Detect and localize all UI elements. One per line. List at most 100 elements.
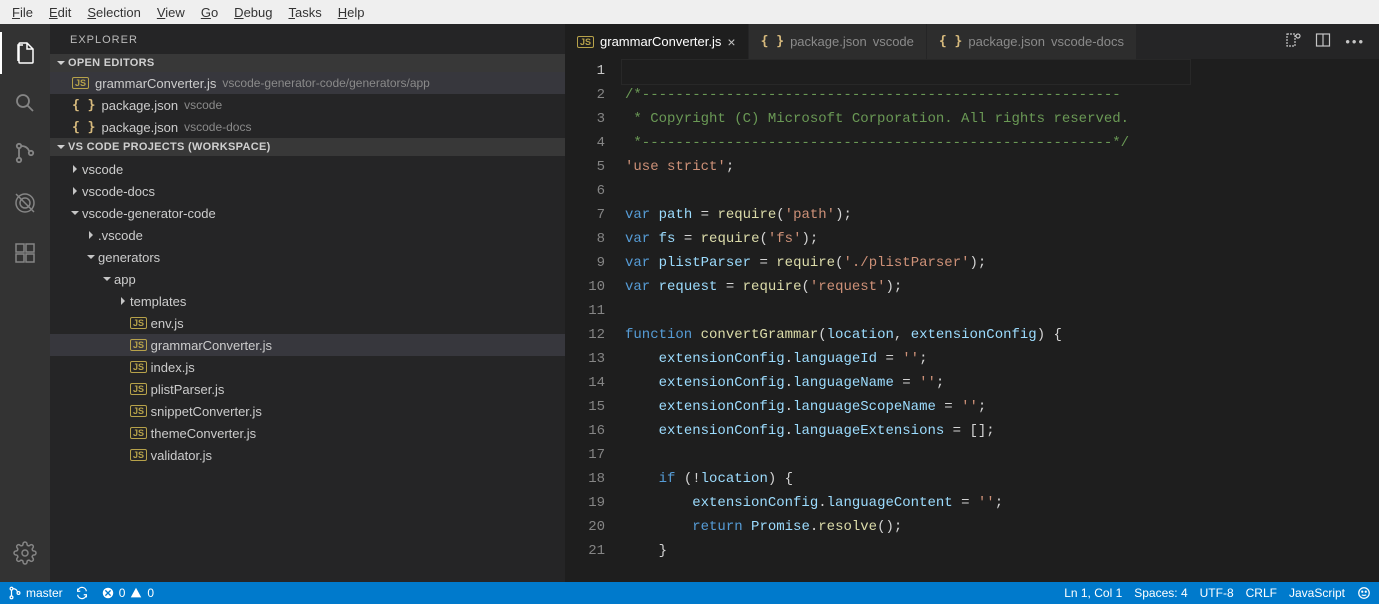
tree-item[interactable]: vscode-docs bbox=[50, 180, 565, 202]
chevron-down-icon bbox=[54, 142, 68, 152]
chevron-right-icon bbox=[116, 296, 130, 306]
tree-item[interactable]: JS env.js bbox=[50, 312, 565, 334]
tree-label: env.js bbox=[151, 316, 184, 331]
tree-item[interactable]: JS validator.js bbox=[50, 444, 565, 466]
sync-icon[interactable] bbox=[75, 586, 89, 600]
code-line[interactable] bbox=[625, 443, 1291, 467]
problems[interactable]: 0 0 bbox=[101, 586, 154, 600]
code-line[interactable]: function convertGrammar(location, extens… bbox=[625, 323, 1291, 347]
code-line[interactable]: var plistParser = require('./plistParser… bbox=[625, 251, 1291, 275]
menu-selection[interactable]: Selection bbox=[79, 3, 148, 22]
settings-gear-icon[interactable] bbox=[0, 532, 50, 574]
minimap[interactable] bbox=[1291, 59, 1379, 582]
open-editor-item[interactable]: { }package.jsonvscode bbox=[50, 94, 565, 116]
search-icon[interactable] bbox=[0, 82, 50, 124]
tree-item[interactable]: JS themeConverter.js bbox=[50, 422, 565, 444]
more-icon[interactable]: ••• bbox=[1345, 34, 1365, 49]
tree-label: snippetConverter.js bbox=[151, 404, 262, 419]
indentation[interactable]: Spaces: 4 bbox=[1134, 586, 1187, 600]
menu-tasks[interactable]: Tasks bbox=[280, 3, 329, 22]
menu-file[interactable]: File bbox=[4, 3, 41, 22]
chevron-down-icon bbox=[84, 252, 98, 262]
editor-tab[interactable]: JSgrammarConverter.js× bbox=[565, 24, 749, 59]
tree-item[interactable]: JS index.js bbox=[50, 356, 565, 378]
tree-label: vscode-docs bbox=[82, 184, 155, 199]
open-editor-item[interactable]: JSgrammarConverter.jsvscode-generator-co… bbox=[50, 72, 565, 94]
debug-icon[interactable] bbox=[0, 182, 50, 224]
tree-item[interactable]: app bbox=[50, 268, 565, 290]
code-line[interactable]: extensionConfig.languageScopeName = ''; bbox=[625, 395, 1291, 419]
workspace-header[interactable]: VS CODE PROJECTS (WORKSPACE) bbox=[50, 138, 565, 156]
code-line[interactable]: /*--------------------------------------… bbox=[625, 83, 1291, 107]
split-editor-icon[interactable] bbox=[1315, 32, 1331, 51]
encoding[interactable]: UTF-8 bbox=[1200, 586, 1234, 600]
branch-name: master bbox=[26, 586, 63, 600]
tree-item[interactable]: vscode bbox=[50, 158, 565, 180]
code-line[interactable]: extensionConfig.languageExtensions = []; bbox=[625, 419, 1291, 443]
extensions-icon[interactable] bbox=[0, 232, 50, 274]
tab-label: package.json bbox=[790, 34, 867, 49]
tree-label: .vscode bbox=[98, 228, 143, 243]
tree-item[interactable]: .vscode bbox=[50, 224, 565, 246]
open-editors-header[interactable]: OPEN EDITORS bbox=[50, 54, 565, 72]
tree-item[interactable]: JS grammarConverter.js bbox=[50, 334, 565, 356]
line-number: 2 bbox=[565, 83, 605, 107]
status-bar: master 0 0 Ln 1, Col 1 Spaces: 4 UTF-8 C… bbox=[0, 582, 1379, 604]
code-line[interactable]: 'use strict'; bbox=[625, 155, 1291, 179]
tree-item[interactable]: vscode-generator-code bbox=[50, 202, 565, 224]
code-line[interactable]: var path = require('path'); bbox=[625, 203, 1291, 227]
line-number: 6 bbox=[565, 179, 605, 203]
editor-tab[interactable]: { }package.jsonvscode-docs bbox=[927, 24, 1137, 59]
tree-item[interactable]: generators bbox=[50, 246, 565, 268]
line-number: 13 bbox=[565, 347, 605, 371]
js-file-icon: JS bbox=[130, 339, 147, 351]
line-number: 4 bbox=[565, 131, 605, 155]
explorer-icon[interactable] bbox=[0, 32, 50, 74]
code-editor[interactable]: 123456789101112131415161718192021 /*----… bbox=[565, 59, 1379, 582]
code-line[interactable]: if (!location) { bbox=[625, 467, 1291, 491]
code-line[interactable]: extensionConfig.languageId = ''; bbox=[625, 347, 1291, 371]
code-line[interactable]: *---------------------------------------… bbox=[625, 131, 1291, 155]
tree-item[interactable]: templates bbox=[50, 290, 565, 312]
chevron-right-icon bbox=[84, 230, 98, 240]
line-number: 8 bbox=[565, 227, 605, 251]
editor-tab[interactable]: { }package.jsonvscode bbox=[749, 24, 927, 59]
line-number: 3 bbox=[565, 107, 605, 131]
file-name: package.json bbox=[101, 98, 178, 113]
menu-go[interactable]: Go bbox=[193, 3, 226, 22]
code-line[interactable]: var request = require('request'); bbox=[625, 275, 1291, 299]
code-line[interactable] bbox=[625, 179, 1291, 203]
git-branch[interactable]: master bbox=[8, 586, 63, 600]
line-number: 20 bbox=[565, 515, 605, 539]
code-line[interactable] bbox=[625, 299, 1291, 323]
eol[interactable]: CRLF bbox=[1246, 586, 1277, 600]
source-control-icon[interactable] bbox=[0, 132, 50, 174]
code-line[interactable] bbox=[625, 59, 1291, 83]
code-content[interactable]: /*--------------------------------------… bbox=[621, 59, 1291, 582]
menu-edit[interactable]: Edit bbox=[41, 3, 79, 22]
menu-debug[interactable]: Debug bbox=[226, 3, 280, 22]
code-line[interactable]: } bbox=[625, 539, 1291, 563]
code-line[interactable]: extensionConfig.languageContent = ''; bbox=[625, 491, 1291, 515]
line-number: 19 bbox=[565, 491, 605, 515]
feedback-icon[interactable] bbox=[1357, 586, 1371, 600]
code-line[interactable]: var fs = require('fs'); bbox=[625, 227, 1291, 251]
tree-item[interactable]: JS plistParser.js bbox=[50, 378, 565, 400]
line-number: 12 bbox=[565, 323, 605, 347]
menu-help[interactable]: Help bbox=[330, 3, 373, 22]
close-icon[interactable]: × bbox=[727, 34, 735, 50]
chevron-down-icon bbox=[68, 208, 82, 218]
cursor-position[interactable]: Ln 1, Col 1 bbox=[1064, 586, 1122, 600]
tree-item[interactable]: JS snippetConverter.js bbox=[50, 400, 565, 422]
open-editor-item[interactable]: { }package.jsonvscode-docs bbox=[50, 116, 565, 138]
menu-view[interactable]: View bbox=[149, 3, 193, 22]
js-file-icon: JS bbox=[130, 317, 147, 329]
language-mode[interactable]: JavaScript bbox=[1289, 586, 1345, 600]
compare-changes-icon[interactable] bbox=[1285, 32, 1301, 51]
code-line[interactable]: return Promise.resolve(); bbox=[625, 515, 1291, 539]
line-number: 1 bbox=[565, 59, 605, 83]
code-line[interactable]: extensionConfig.languageName = ''; bbox=[625, 371, 1291, 395]
tree-label: generators bbox=[98, 250, 160, 265]
code-line[interactable]: * Copyright (C) Microsoft Corporation. A… bbox=[625, 107, 1291, 131]
line-number: 18 bbox=[565, 467, 605, 491]
